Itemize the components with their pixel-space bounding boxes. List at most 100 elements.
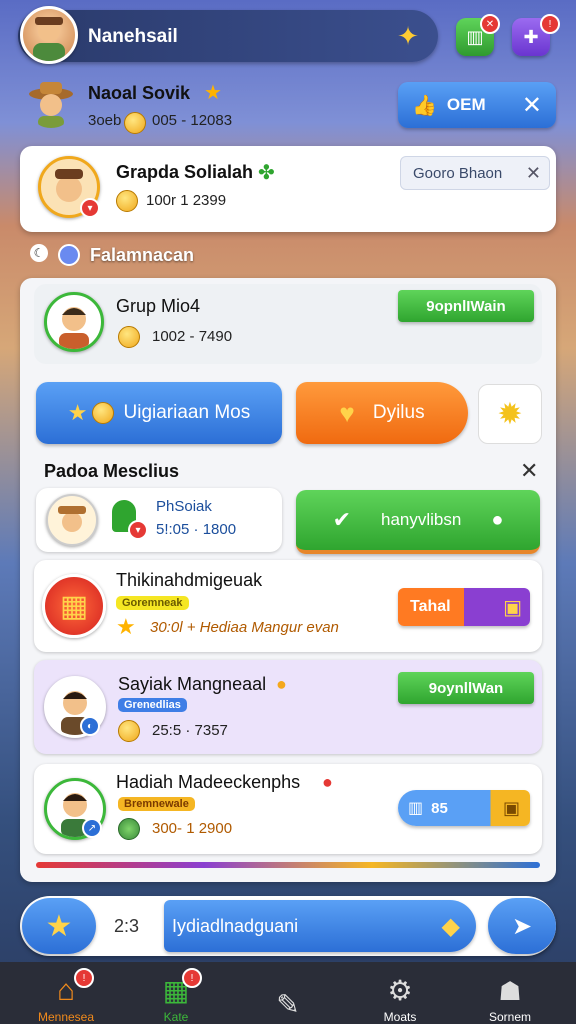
check-icon: ✔	[332, 507, 351, 532]
close-icon[interactable]: ✕	[520, 458, 538, 484]
shield-icon	[58, 244, 80, 266]
notification-badge: !	[540, 14, 560, 34]
home-icon: ⌂	[56, 974, 76, 1007]
orange-action-label: Dyilus	[372, 402, 425, 423]
orange-action-button[interactable]: ♥ Dyilus	[296, 382, 468, 444]
nav-profile[interactable]: ☗ Sornem	[470, 962, 550, 1024]
heart-icon: ♥	[339, 397, 355, 428]
blue-action-label: Uigiariaan Mos	[123, 402, 251, 423]
chest-icon: ▣	[502, 797, 520, 818]
emoji-icon: ●	[276, 674, 287, 694]
star-icon: ★	[67, 400, 88, 425]
group-name: Grup Mio4	[116, 296, 201, 316]
gear-icon: ⚙	[387, 975, 413, 1006]
send-icon: ➤	[511, 912, 533, 940]
group-join-button[interactable]: 9opnlIWain	[398, 290, 534, 322]
highlight-avatar[interactable]	[46, 494, 98, 546]
highlight-stat: 5!:05 · 1800	[156, 521, 237, 538]
nav-home-label: Mennesea	[37, 1010, 95, 1024]
egg-icon: ●	[491, 508, 504, 531]
coin-icon	[124, 112, 146, 134]
group-stat: 1002 - 7490	[152, 328, 233, 345]
item-2-name: Sayiak Mangneaal	[118, 674, 267, 694]
status-badge: ↗	[82, 818, 102, 838]
group-avatar[interactable]	[44, 292, 104, 352]
chat-time: 2:3	[114, 916, 140, 936]
coin-icon	[116, 190, 138, 212]
coin-icon	[118, 720, 140, 742]
top-bar	[18, 10, 438, 62]
featured-name: Grapda Solialah	[116, 162, 254, 182]
progress-bar	[36, 862, 540, 868]
item-3-action-button[interactable]: ▥ 85 ▣	[398, 790, 530, 826]
chart-icon: ▥	[408, 800, 424, 817]
coin-icon	[91, 402, 114, 424]
player-name: Naoal Sovik	[88, 83, 191, 103]
star-icon: ★	[116, 614, 136, 639]
item-1-tag: Goremneak	[116, 596, 189, 610]
send-button[interactable]: ➤	[488, 898, 556, 954]
tag-icon: ◆	[441, 912, 460, 940]
status-badge: ▾	[128, 520, 148, 540]
item-3-action-label: 85	[431, 799, 448, 817]
coin-icon	[118, 326, 140, 348]
group-join-label: 9opnlIWain	[426, 297, 506, 315]
item-1-action-label: Tahal	[410, 598, 451, 615]
player-avatar[interactable]	[26, 78, 76, 128]
person-icon	[33, 17, 65, 61]
moon-icon: ☾	[30, 244, 48, 262]
item-2-stat: 25:5 · 7357	[152, 722, 228, 739]
globe-icon	[118, 818, 140, 840]
alert-icon: ●	[322, 772, 333, 792]
sun-button[interactable]: ✹	[478, 384, 542, 444]
item-3-tag: Bremnewale	[118, 797, 195, 811]
notification-badge: !	[182, 968, 202, 988]
profile-avatar[interactable]	[20, 6, 78, 64]
chat-message: Iydiadlnadguani	[172, 915, 299, 936]
nav-calendar-label: Kate	[163, 1010, 189, 1024]
item-3-name: Hadiah Madeeckenphs	[116, 772, 301, 792]
highlight-name: PhSoiak	[156, 498, 212, 515]
oem-button-label: OEM	[446, 95, 486, 114]
clover-icon: ✤	[258, 162, 275, 184]
nav-settings[interactable]: ⚙ Moats	[360, 962, 440, 1024]
person-icon	[58, 506, 86, 532]
nav-profile-label: Sornem	[488, 1010, 532, 1024]
item-3-stat: 300- 1 2900	[152, 820, 233, 837]
star-button[interactable]: ★	[22, 898, 96, 954]
featured-action-label: Gooro Bhaon	[413, 164, 503, 182]
star-icon: ★	[45, 909, 73, 943]
close-icon[interactable]: ✕	[526, 163, 541, 184]
item-1-name: Thikinahdmigeuak	[116, 570, 263, 590]
list-title: Padoa Mesclius	[44, 461, 180, 481]
person-icon	[59, 307, 89, 349]
chest-icon: ▣	[503, 596, 522, 619]
edit-icon: ✎	[276, 989, 300, 1020]
close-icon[interactable]: ✕	[522, 91, 542, 120]
treasure-chest-icon[interactable]: ▦	[42, 574, 106, 638]
item-1-action-button[interactable]: Tahal ▣	[398, 588, 530, 626]
notification-badge: ✕	[480, 14, 500, 34]
item-1-stat: 30:0l + Hediaa Mangur evan	[150, 619, 339, 636]
nav-home[interactable]: ⌂ Mennesea	[26, 962, 106, 1024]
topbar-title: Nanehsail	[88, 26, 178, 47]
item-2-tag: Grenedlias	[118, 698, 187, 712]
section-title: Falamnacan	[90, 245, 195, 265]
star-icon: ★	[204, 82, 222, 104]
featured-action-button[interactable]: Gooro Bhaon ✕	[400, 156, 550, 190]
nav-edit[interactable]: ✎	[248, 962, 328, 1024]
notification-badge: !	[74, 968, 94, 988]
gift-icon[interactable]: ✦	[390, 18, 426, 54]
status-badge: ▾	[80, 198, 100, 218]
status-badge: ◐	[80, 716, 100, 736]
blue-action-button[interactable]: ★ Uigiariaan Mos	[36, 382, 282, 444]
item-2-action-button[interactable]: 9oynllWan	[398, 672, 534, 704]
nav-calendar[interactable]: ▦ Kate	[136, 962, 216, 1024]
player-stat-b: 005 - 12083	[152, 112, 233, 129]
chat-input[interactable]: Iydiadlnadguani ◆	[164, 900, 476, 952]
oem-button[interactable]: 👍 OEM ✕	[398, 82, 556, 128]
explorer-icon	[29, 82, 73, 128]
nav-settings-label: Moats	[383, 1010, 417, 1024]
highlight-action-button[interactable]: ✔ hanyvlibsn ●	[296, 490, 540, 554]
featured-stat: 100r 1 2399	[146, 192, 227, 209]
